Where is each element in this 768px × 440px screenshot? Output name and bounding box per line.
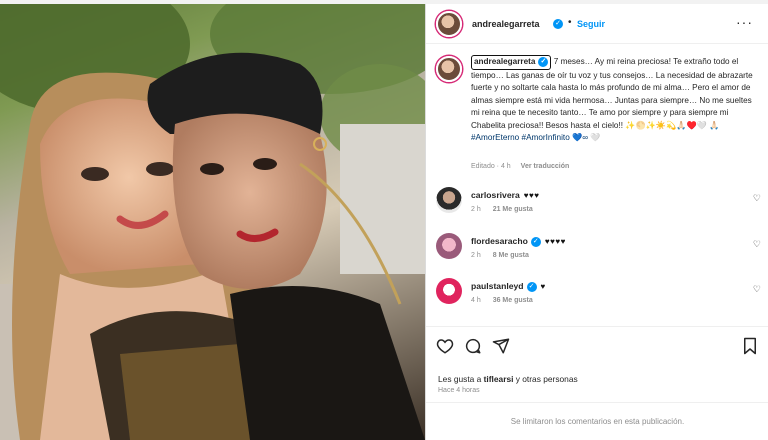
post-side-panel: andrealegarreta ✓ • Seguir ··· andrealeg… xyxy=(425,4,768,440)
comment-body: carlosrivera ♥♥♥ xyxy=(471,190,539,200)
share-icon[interactable] xyxy=(492,337,510,355)
comment-text: ♥ xyxy=(540,282,546,291)
comment-time: 2 h xyxy=(471,206,481,213)
likes-suffix[interactable]: y otras personas xyxy=(513,374,578,384)
post-header: andrealegarreta ✓ • Seguir ··· xyxy=(426,4,768,44)
comment-likes[interactable]: 36 Me gusta xyxy=(493,297,533,304)
comment-like-heart-icon[interactable]: ♡ xyxy=(753,284,761,295)
commenter-username[interactable]: flordesaracho xyxy=(471,236,528,246)
likes-prefix: Les gusta a xyxy=(438,374,484,384)
verified-badge-icon: ✓ xyxy=(553,19,563,29)
commenter-username[interactable]: carlosrivera xyxy=(471,190,520,200)
comment-meta: 4 h 36 Me gusta xyxy=(471,297,543,304)
verified-badge-icon: ✓ xyxy=(538,56,549,67)
author-avatar[interactable] xyxy=(436,11,462,37)
comment-likes[interactable]: 21 Me gusta xyxy=(493,206,533,213)
verified-badge-icon: ✓ xyxy=(526,281,537,292)
author-username[interactable]: andrealegarreta xyxy=(472,19,540,29)
comment-like-heart-icon[interactable]: ♡ xyxy=(753,239,761,250)
comment-time: 4 h xyxy=(471,297,481,304)
comment-icon[interactable] xyxy=(464,337,482,355)
bookmark-icon[interactable] xyxy=(742,337,758,355)
comment-item: paulstanleyd ✓ ♥ 4 h 36 Me gusta ♡ xyxy=(436,278,766,318)
commenter-avatar[interactable] xyxy=(436,187,462,213)
caption-author-avatar[interactable] xyxy=(436,56,462,82)
comment-meta: 2 h 21 Me gusta xyxy=(471,206,543,213)
comment-text: ♥♥♥ xyxy=(523,191,540,200)
comment-item: carlosrivera ♥♥♥ 2 h 21 Me gusta ♡ xyxy=(436,187,766,227)
comment-body: paulstanleyd ✓ ♥ xyxy=(471,281,546,292)
photo-illustration xyxy=(0,4,425,440)
commenter-avatar[interactable] xyxy=(436,233,462,259)
post-caption: andrealegarreta ✓ 7 meses… Ay mi reina pr… xyxy=(471,55,761,145)
caption-username[interactable]: andrealegarreta xyxy=(474,57,535,66)
translate-link[interactable]: Ver traducción xyxy=(521,163,570,170)
comment-body: flordesaracho ✓ ♥♥♥♥ xyxy=(471,236,566,247)
caption-meta: Editado · 4 h Ver traducción xyxy=(471,163,569,170)
comment-like-heart-icon[interactable]: ♡ xyxy=(753,193,761,204)
follow-button[interactable]: Seguir xyxy=(577,19,605,29)
verified-badge-icon: ✓ xyxy=(530,236,541,247)
comment-meta: 2 h 8 Me gusta xyxy=(471,252,539,259)
comments-limited-notice: Se limitaron los comentarios en esta pub… xyxy=(426,402,768,440)
commenter-avatar[interactable] xyxy=(436,278,462,304)
heart-icon[interactable] xyxy=(436,337,454,355)
comment-item: flordesaracho ✓ ♥♥♥♥ 2 h 8 Me gusta ♡ xyxy=(436,233,766,273)
post-photo[interactable] xyxy=(0,4,425,440)
commenter-username[interactable]: paulstanleyd xyxy=(471,281,524,291)
comment-time: 2 h xyxy=(471,252,481,259)
caption-username-box[interactable]: andrealegarreta ✓ xyxy=(471,55,552,70)
likes-user[interactable]: tiflearsi xyxy=(484,374,514,384)
comment-likes[interactable]: 8 Me gusta xyxy=(493,252,529,259)
separator-dot: • xyxy=(568,17,572,28)
post-time-ago[interactable]: Hace 4 horas xyxy=(438,387,480,394)
comment-text: ♥♥♥♥ xyxy=(544,237,566,246)
post-action-bar xyxy=(426,326,768,374)
more-options-icon[interactable]: ··· xyxy=(736,14,753,30)
likes-summary: Les gusta a tiflearsi y otras personas xyxy=(438,374,578,384)
edited-time: Editado · 4 h xyxy=(471,163,511,170)
